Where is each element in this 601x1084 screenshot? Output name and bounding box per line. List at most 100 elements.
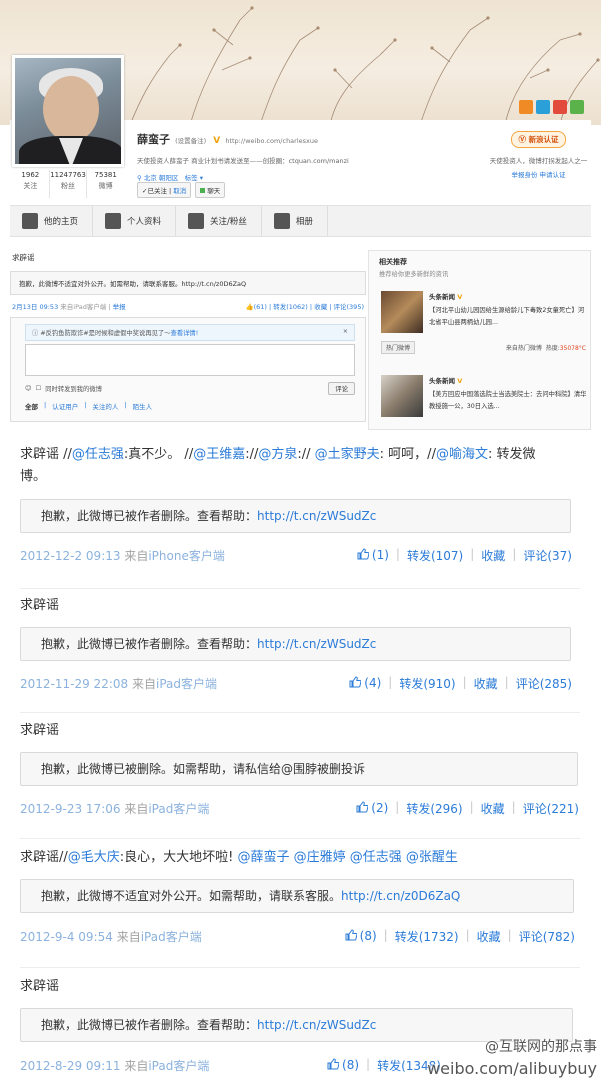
share-icon-green[interactable]: [570, 100, 584, 114]
like-button[interactable]: (1): [357, 547, 389, 564]
favorite-button[interactable]: 收藏: [477, 928, 501, 945]
small-comment-button[interactable]: 评论(395): [334, 303, 364, 311]
mention-link[interactable]: @任志强: [72, 447, 124, 462]
remark-link[interactable]: (设置备注): [175, 137, 206, 145]
filter-all[interactable]: 全部: [25, 401, 38, 411]
mention-link[interactable]: @王维嘉: [193, 447, 245, 462]
comment-button[interactable]: 评论(221): [523, 800, 579, 817]
post-text-segment: :良心，大大地坏啦!: [119, 850, 238, 865]
repost-button[interactable]: 转发(107): [407, 547, 463, 564]
post-date-link[interactable]: 2012-11-29 22:08: [20, 677, 128, 691]
verified-v-icon: V: [213, 136, 221, 146]
stat-followers[interactable]: 11247763 粉丝: [50, 170, 88, 198]
tags-link[interactable]: 标签: [185, 174, 198, 182]
comment-submit-button[interactable]: 评论: [328, 382, 355, 395]
source-link[interactable]: iPad客户端: [148, 1059, 209, 1073]
source-link[interactable]: iPad客户端: [141, 930, 202, 944]
chevron-down-icon[interactable]: ▾: [200, 174, 203, 182]
small-feed-report[interactable]: 举报: [113, 303, 126, 311]
sync-checkbox[interactable]: ☐: [36, 385, 42, 392]
comment-panel: ⓘ #反钓鱼防欺诈#是时候和虚假中奖说再见了～查看详情! × ☺ ☐ 同时转发到我…: [10, 317, 366, 422]
avatar[interactable]: [12, 55, 124, 167]
tab-follow[interactable]: 关注/粉丝: [176, 206, 262, 236]
close-icon[interactable]: ×: [343, 328, 348, 335]
post-actions: (8) | 转发(1732) | 收藏 | 评论(782): [345, 928, 575, 945]
post-text: 求辟谣: [20, 720, 560, 742]
help-link[interactable]: http://t.cn/zWSudZc: [257, 1018, 376, 1032]
like-button[interactable]: (8): [327, 1057, 359, 1074]
share-icon-orange[interactable]: [519, 100, 533, 114]
tab-album[interactable]: 相册: [262, 206, 328, 236]
help-link[interactable]: http://t.cn/zWSudZc: [257, 637, 376, 651]
like-button[interactable]: (2): [356, 800, 388, 817]
stat-following[interactable]: 1962 关注: [12, 170, 50, 198]
filter-verified[interactable]: 认证用户: [52, 401, 78, 411]
source-link[interactable]: iPad客户端: [156, 677, 217, 691]
like-button[interactable]: (4): [349, 675, 381, 692]
report-identity-link[interactable]: 举报身份: [511, 171, 537, 179]
repost-button[interactable]: 转发(910): [399, 675, 455, 692]
notice-text: 抱歉，此微博不适宜对外公开。如需帮助，请联系客服。: [41, 889, 342, 903]
comment-button[interactable]: 评论(37): [523, 547, 572, 564]
small-repost-button[interactable]: 转发(1062): [273, 303, 308, 311]
post-date-link[interactable]: 2012-9-4 09:54: [20, 930, 113, 944]
repost-button[interactable]: 转发(1732): [395, 928, 459, 945]
profile-location[interactable]: 北京 朝阳区: [144, 174, 179, 182]
chat-icon: [200, 188, 206, 193]
comment-button[interactable]: 评论(782): [519, 928, 575, 945]
tab-profile[interactable]: 个人资料: [93, 206, 177, 236]
people-icon: [188, 213, 205, 229]
deleted-original-notice: 抱歉，此微博不适宜对外公开。如需帮助，请联系客服。http://t.cn/z0D…: [20, 879, 574, 913]
mention-link[interactable]: @方泉: [258, 447, 297, 462]
small-like-button[interactable]: 👍(61): [245, 303, 266, 311]
mention-link[interactable]: @毛大庆: [68, 850, 120, 865]
news-thumbnail[interactable]: [381, 375, 423, 417]
filter-following[interactable]: 关注的人: [92, 401, 118, 411]
mention-link[interactable]: @喻海文: [436, 447, 488, 462]
post-text-segment: 求辟谣: [20, 979, 60, 994]
small-feed-date[interactable]: 2月13日 09:53: [12, 303, 58, 311]
sina-cert-badge[interactable]: Ⓥ 新浪认证: [511, 131, 566, 148]
share-icon-blue[interactable]: [536, 100, 550, 114]
social-share-icons: [519, 100, 584, 114]
tab-home[interactable]: 他的主页: [10, 206, 94, 236]
post-date-link[interactable]: 2012-9-23 17:06: [20, 802, 121, 816]
news-thumbnail[interactable]: [381, 291, 423, 333]
help-link[interactable]: http://t.cn/z0D6ZaQ: [341, 889, 460, 903]
thumbs-up-icon: [356, 801, 369, 813]
share-icon-red[interactable]: [553, 100, 567, 114]
like-button[interactable]: (8): [345, 928, 377, 945]
mention-link[interactable]: @薛蛮子 @庄雅婷 @任志强 @张醒生: [238, 850, 458, 865]
stat-weibo[interactable]: 75381 微博: [87, 170, 124, 198]
tip-detail-link[interactable]: 查看详情!: [171, 330, 199, 337]
filter-strangers[interactable]: 陌生人: [133, 401, 153, 411]
post-date-link[interactable]: 2012-8-29 09:11: [20, 1059, 121, 1073]
info-icon: ⓘ: [32, 330, 39, 337]
help-link[interactable]: http://t.cn/zWSudZc: [257, 509, 376, 523]
source-link[interactable]: iPad客户端: [148, 802, 209, 816]
like-count: (1): [371, 548, 389, 562]
source-prefix: 来自: [116, 930, 141, 944]
favorite-button[interactable]: 收藏: [474, 675, 498, 692]
hot-weibo-button[interactable]: 热门微博: [381, 341, 416, 354]
comment-button[interactable]: 评论(285): [516, 675, 572, 692]
profile-name: 薛蛮子: [137, 133, 170, 146]
comment-input[interactable]: [25, 344, 355, 376]
post-date-link[interactable]: 2012-12-2 09:13: [20, 549, 121, 563]
emoji-icon[interactable]: ☺: [25, 385, 32, 392]
followed-button[interactable]: ✓已关注 | 取消: [137, 182, 192, 198]
small-fav-button[interactable]: 收藏: [314, 303, 327, 311]
source-prefix: 来自: [124, 549, 149, 563]
favorite-button[interactable]: 收藏: [481, 800, 505, 817]
source-link[interactable]: iPhone客户端: [148, 549, 225, 563]
apply-cert-link[interactable]: 申请认证: [540, 171, 566, 179]
chat-button[interactable]: 聊天: [195, 182, 226, 198]
repost-button[interactable]: 转发(296): [406, 800, 462, 817]
favorite-button[interactable]: 收藏: [481, 547, 505, 564]
action-separator: |: [507, 928, 512, 942]
location-icon: ⚲: [137, 174, 142, 182]
mention-link[interactable]: @土家野夫: [315, 447, 380, 462]
home-icon: [22, 213, 38, 229]
notice-text: 抱歉，此微博已被作者删除。查看帮助：: [41, 637, 258, 651]
profile-url[interactable]: http://weibo.com/charlesxue: [225, 137, 318, 145]
